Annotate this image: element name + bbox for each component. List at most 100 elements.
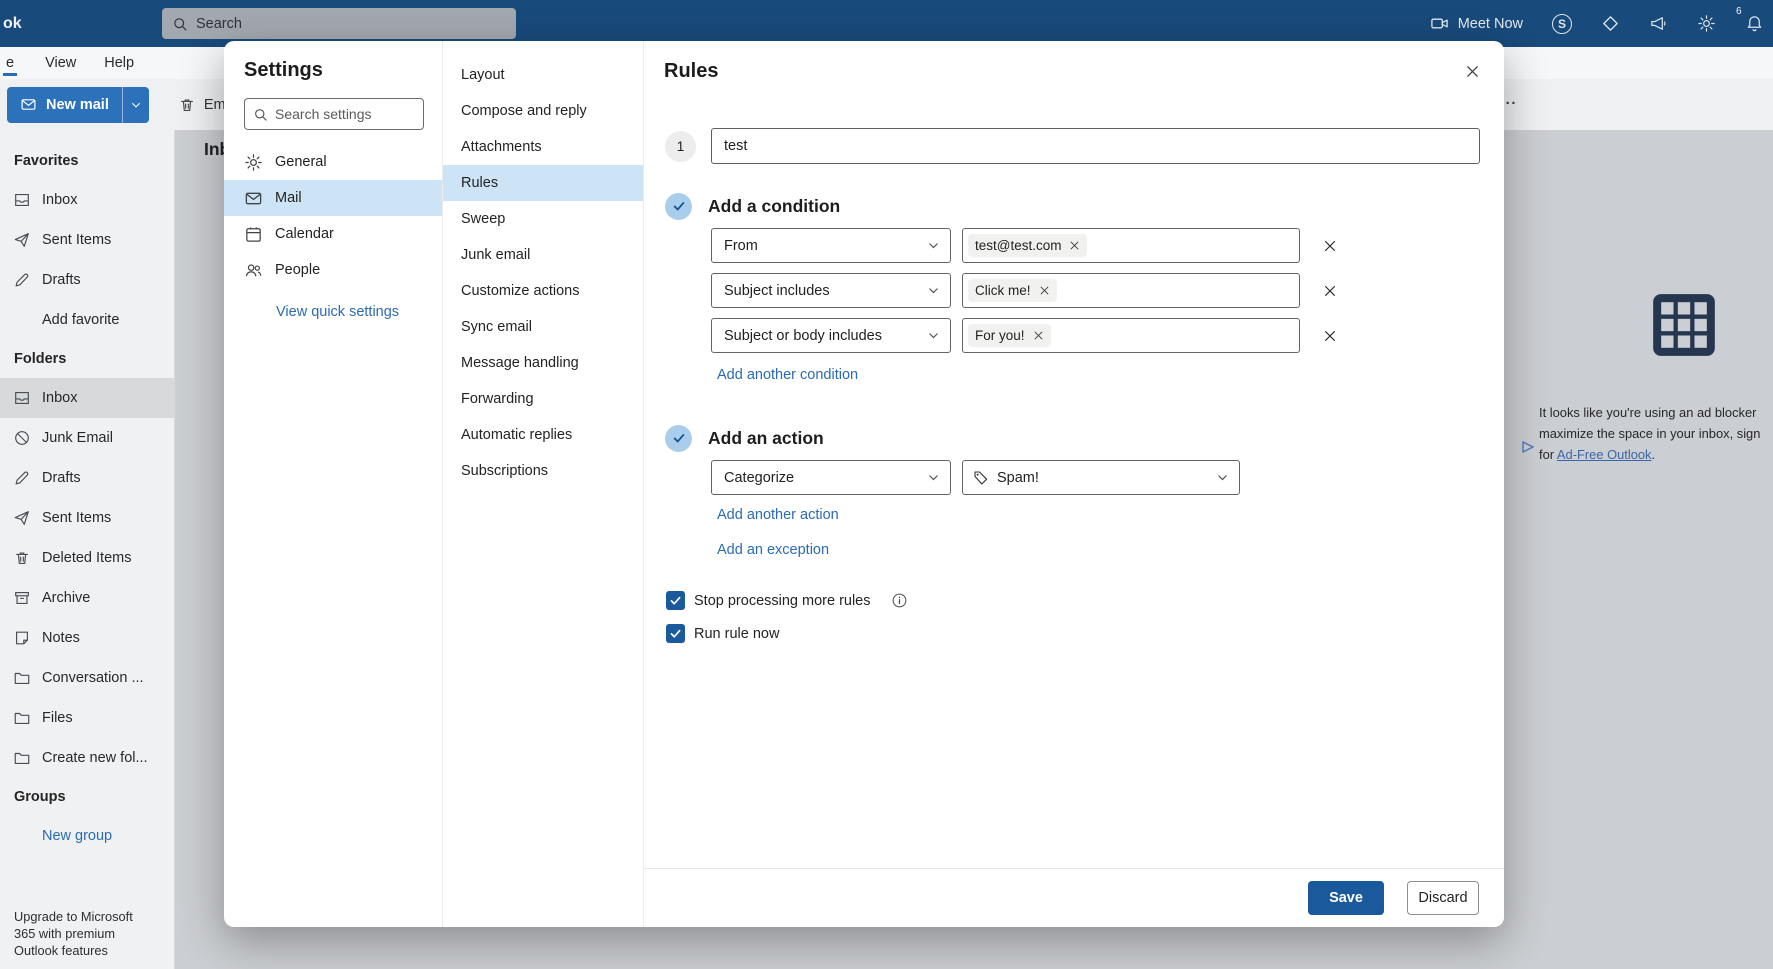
delete-condition-button[interactable] bbox=[1316, 277, 1344, 305]
folders-header[interactable]: Folders bbox=[0, 340, 174, 378]
adchoices-icon[interactable] bbox=[1521, 440, 1535, 454]
favorites-header[interactable]: Favorites bbox=[0, 142, 174, 180]
settings-nav-forwarding[interactable]: Forwarding bbox=[443, 381, 643, 417]
settings-category-people[interactable]: People bbox=[224, 252, 442, 288]
feedback-icon[interactable] bbox=[1649, 14, 1668, 33]
run-rule-checkbox[interactable] bbox=[666, 624, 685, 643]
notifications-button[interactable]: 6 bbox=[1745, 14, 1765, 34]
settings-nav-sync-email[interactable]: Sync email bbox=[443, 309, 643, 345]
condition-type-select[interactable]: Subject or body includes bbox=[711, 318, 951, 353]
folder-archive[interactable]: Archive bbox=[0, 578, 174, 618]
settings-nav-subscriptions[interactable]: Subscriptions bbox=[443, 453, 643, 489]
premium-icon[interactable] bbox=[1601, 14, 1620, 33]
send-icon bbox=[13, 231, 31, 249]
action-rows: Categorize Spam! bbox=[711, 460, 1480, 495]
favorite-sent-items[interactable]: Sent Items bbox=[0, 220, 174, 260]
settings-nav-message-handling[interactable]: Message handling bbox=[443, 345, 643, 381]
add-another-action-link[interactable]: Add another action bbox=[717, 507, 839, 523]
chip-remove-icon[interactable] bbox=[1033, 330, 1044, 341]
new-mail-main[interactable]: New mail bbox=[7, 87, 122, 123]
condition-value-box[interactable]: For you! bbox=[962, 318, 1300, 353]
folder-drafts[interactable]: Drafts bbox=[0, 458, 174, 498]
rule-name-row: 1 bbox=[665, 128, 1480, 164]
settings-nav-compose-and-reply[interactable]: Compose and reply bbox=[443, 93, 643, 129]
groups-header[interactable]: Groups bbox=[0, 778, 174, 816]
new-mail-button[interactable]: New mail bbox=[7, 87, 149, 123]
settings-dialog: Settings General Mail Calendar People bbox=[224, 41, 1504, 927]
settings-category-calendar[interactable]: Calendar bbox=[224, 216, 442, 252]
settings-category-mail[interactable]: Mail bbox=[224, 180, 442, 216]
condition-heading: Add a condition bbox=[708, 196, 840, 217]
chevron-down-icon bbox=[927, 329, 940, 342]
folder-label: Notes bbox=[42, 630, 80, 646]
favorite-drafts[interactable]: Drafts bbox=[0, 260, 174, 300]
folder-conversation-history[interactable]: Conversation ... bbox=[0, 658, 174, 698]
settings-nav-junk-email[interactable]: Junk email bbox=[443, 237, 643, 273]
view-quick-settings-link[interactable]: View quick settings bbox=[276, 304, 399, 320]
discard-button[interactable]: Discard bbox=[1407, 881, 1479, 915]
action-value-select[interactable]: Spam! bbox=[962, 460, 1240, 495]
condition-value-chip: Click me! bbox=[968, 279, 1057, 302]
favorite-inbox[interactable]: Inbox bbox=[0, 180, 174, 220]
ad-free-outlook-link[interactable]: Ad-Free Outlook bbox=[1557, 447, 1652, 462]
calendar-icon bbox=[244, 225, 263, 244]
settings-gear-icon[interactable] bbox=[1697, 14, 1716, 33]
settings-nav-layout[interactable]: Layout bbox=[443, 57, 643, 93]
folder-icon bbox=[13, 669, 31, 687]
folder-label: Drafts bbox=[42, 470, 81, 486]
settings-nav-automatic-replies[interactable]: Automatic replies bbox=[443, 417, 643, 453]
folder-sent-items[interactable]: Sent Items bbox=[0, 498, 174, 538]
chip-remove-icon[interactable] bbox=[1039, 285, 1050, 296]
new-group-button[interactable]: New group bbox=[0, 816, 174, 856]
chevron-down-icon bbox=[927, 284, 940, 297]
new-mail-dropdown[interactable] bbox=[122, 87, 149, 123]
condition-type-select[interactable]: From bbox=[711, 228, 951, 263]
folder-deleted-items[interactable]: Deleted Items bbox=[0, 538, 174, 578]
menu-tab-fragment[interactable]: e bbox=[3, 51, 17, 76]
chip-remove-icon[interactable] bbox=[1069, 240, 1080, 251]
menu-view[interactable]: View bbox=[45, 55, 76, 71]
delete-condition-button[interactable] bbox=[1316, 322, 1344, 350]
settings-search-input[interactable] bbox=[275, 106, 415, 122]
delete-condition-button[interactable] bbox=[1316, 232, 1344, 260]
create-new-folder-button[interactable]: Create new fol... bbox=[0, 738, 174, 778]
video-camera-icon bbox=[1430, 14, 1449, 33]
folder-files[interactable]: Files bbox=[0, 698, 174, 738]
folder-notes[interactable]: Notes bbox=[0, 618, 174, 658]
ad-text: It looks like you're using an ad blocker… bbox=[1535, 402, 1773, 465]
add-an-exception-link[interactable]: Add an exception bbox=[717, 542, 829, 558]
add-favorite-button[interactable]: Add favorite bbox=[0, 300, 174, 340]
settings-nav-attachments[interactable]: Attachments bbox=[443, 129, 643, 165]
condition-value-box[interactable]: Click me! bbox=[962, 273, 1300, 308]
close-dialog-button[interactable] bbox=[1456, 55, 1488, 87]
stop-processing-checkbox[interactable] bbox=[666, 591, 685, 610]
menu-help[interactable]: Help bbox=[104, 55, 134, 71]
skype-letter: S bbox=[1558, 17, 1566, 31]
action-type-value: Categorize bbox=[724, 470, 794, 486]
save-button[interactable]: Save bbox=[1308, 881, 1384, 915]
check-icon bbox=[672, 431, 686, 445]
action-check-icon bbox=[665, 425, 692, 452]
info-icon[interactable] bbox=[891, 592, 908, 609]
folder-junk-email[interactable]: Junk Email bbox=[0, 418, 174, 458]
settings-category-general[interactable]: General bbox=[224, 144, 442, 180]
top-search-bar[interactable] bbox=[162, 8, 516, 39]
settings-search-box[interactable] bbox=[244, 98, 424, 130]
ad-blocker-grid-icon bbox=[1647, 288, 1721, 362]
condition-value-chip: test@test.com bbox=[968, 234, 1087, 257]
upgrade-banner[interactable]: Upgrade to Microsoft 365 with premium Ou… bbox=[14, 908, 156, 959]
settings-nav-customize-actions[interactable]: Customize actions bbox=[443, 273, 643, 309]
condition-value-box[interactable]: test@test.com bbox=[962, 228, 1300, 263]
favorite-label: Drafts bbox=[42, 272, 81, 288]
settings-nav-rules[interactable]: Rules bbox=[443, 165, 643, 201]
condition-type-select[interactable]: Subject includes bbox=[711, 273, 951, 308]
search-input[interactable] bbox=[196, 16, 506, 32]
meet-now-button[interactable]: Meet Now bbox=[1430, 14, 1523, 33]
tag-icon bbox=[973, 470, 989, 486]
folder-inbox[interactable]: Inbox bbox=[0, 378, 174, 418]
rule-name-input[interactable] bbox=[711, 128, 1480, 164]
action-type-select[interactable]: Categorize bbox=[711, 460, 951, 495]
add-another-condition-link[interactable]: Add another condition bbox=[717, 367, 858, 383]
skype-icon[interactable]: S bbox=[1552, 14, 1572, 34]
settings-nav-sweep[interactable]: Sweep bbox=[443, 201, 643, 237]
